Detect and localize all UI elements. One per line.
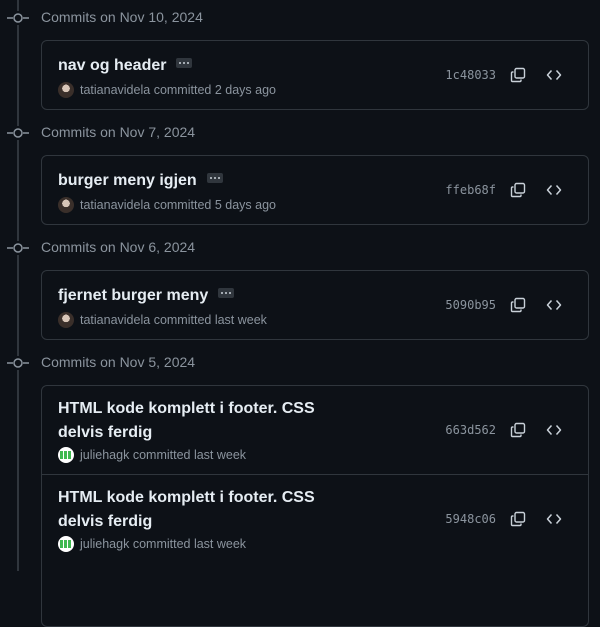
commit-group: Commits on Nov 5, 2024 HTML kode komplet… [0,345,600,381]
ellipsis-icon[interactable] [207,173,223,183]
tatianavidela-avatar[interactable] [58,82,74,98]
copy-icon[interactable] [508,295,528,315]
code-icon[interactable] [544,65,564,85]
git-commit-icon [7,356,29,370]
tatianavidela-avatar[interactable] [58,312,74,328]
commit-title[interactable]: burger meny igjen [58,169,223,193]
commit-group: Commits on Nov 7, 2024 burger meny igjen… [0,115,600,151]
commit-sha[interactable]: 663d562 [445,423,496,437]
commit-group-date: Commits on Nov 5, 2024 [41,354,195,370]
commit-title[interactable]: HTML kode komplett i footer. CSS delvis … [58,486,315,534]
commit-list: fjernet burger meny tatianavidela commit… [41,270,589,340]
commit-sha[interactable]: 5948c06 [445,512,496,526]
code-icon[interactable] [544,295,564,315]
commit-group-date: Commits on Nov 10, 2024 [41,9,203,25]
commit-title[interactable]: nav og header [58,54,192,78]
commit-group-header: Commits on Nov 10, 2024 [0,0,600,36]
ellipsis-icon[interactable] [176,58,192,68]
commit-sha[interactable]: 5090b95 [445,298,496,312]
commit-title-line[interactable]: HTML kode komplett i footer. CSS [58,486,315,510]
commit-title-line[interactable]: HTML kode komplett i footer. CSS [58,397,315,421]
commit-group: Commits on Nov 6, 2024 fjernet burger me… [0,230,600,266]
commit-title-text[interactable]: fjernet burger meny [58,287,208,304]
code-icon[interactable] [544,509,564,529]
code-icon[interactable] [544,180,564,200]
git-commit-icon [7,11,29,25]
commit-row[interactable]: burger meny igjen tatianavidela committe… [42,156,588,224]
commit-title[interactable]: fjernet burger meny [58,284,234,308]
commit-author[interactable]: tatianavidela [80,313,150,327]
commit-row[interactable]: HTML kode komplett i footer. CSS delvis … [42,386,588,474]
git-commit-icon [7,126,29,140]
commit-time: committed 5 days ago [154,198,276,212]
copy-icon[interactable] [508,420,528,440]
commit-title-line[interactable]: delvis ferdig [58,421,315,445]
commit-time: committed last week [133,448,246,462]
commit-group: Commits on Nov 10, 2024 nav og header ta… [0,0,600,36]
juliehagk-avatar[interactable] [58,536,74,552]
ellipsis-icon[interactable] [218,288,234,298]
commit-author[interactable]: tatianavidela [80,83,150,97]
commit-group-header: Commits on Nov 7, 2024 [0,115,600,151]
commit-group-header: Commits on Nov 5, 2024 [0,345,600,381]
commit-title-text[interactable]: nav og header [58,57,166,74]
commit-timeline-line [17,0,19,571]
commit-sha[interactable]: 1c48033 [445,68,496,82]
commit-list: nav og header tatianavidela committed 2 … [41,40,589,110]
commit-time: committed last week [133,537,246,551]
commit-list: burger meny igjen tatianavidela committe… [41,155,589,225]
commit-author[interactable]: juliehagk [80,448,129,462]
commit-sha[interactable]: ffeb68f [445,183,496,197]
copy-icon[interactable] [508,509,528,529]
commit-meta: juliehagk committed last week [58,447,246,463]
commit-meta: tatianavidela committed 5 days ago [58,197,276,213]
copy-icon[interactable] [508,65,528,85]
commit-time: committed 2 days ago [154,83,276,97]
commit-group-header: Commits on Nov 6, 2024 [0,230,600,266]
commit-group-date: Commits on Nov 6, 2024 [41,239,195,255]
commit-row[interactable]: nav og header tatianavidela committed 2 … [42,41,588,109]
commit-title-line[interactable]: delvis ferdig [58,510,315,534]
commit-meta: tatianavidela committed last week [58,312,267,328]
commit-author[interactable]: juliehagk [80,537,129,551]
tatianavidela-avatar[interactable] [58,197,74,213]
commit-row[interactable]: HTML kode komplett i footer. CSS delvis … [42,474,588,563]
copy-icon[interactable] [508,180,528,200]
commit-group-date: Commits on Nov 7, 2024 [41,124,195,140]
juliehagk-avatar[interactable] [58,447,74,463]
commit-title-text[interactable]: burger meny igjen [58,172,197,189]
commit-author[interactable]: tatianavidela [80,198,150,212]
code-icon[interactable] [544,420,564,440]
commit-meta: tatianavidela committed 2 days ago [58,82,276,98]
git-commit-icon [7,241,29,255]
commit-time: committed last week [154,313,267,327]
commit-meta: juliehagk committed last week [58,536,246,552]
commit-row[interactable]: fjernet burger meny tatianavidela commit… [42,271,588,339]
commit-list: HTML kode komplett i footer. CSS delvis … [41,385,589,627]
commit-title[interactable]: HTML kode komplett i footer. CSS delvis … [58,397,315,445]
